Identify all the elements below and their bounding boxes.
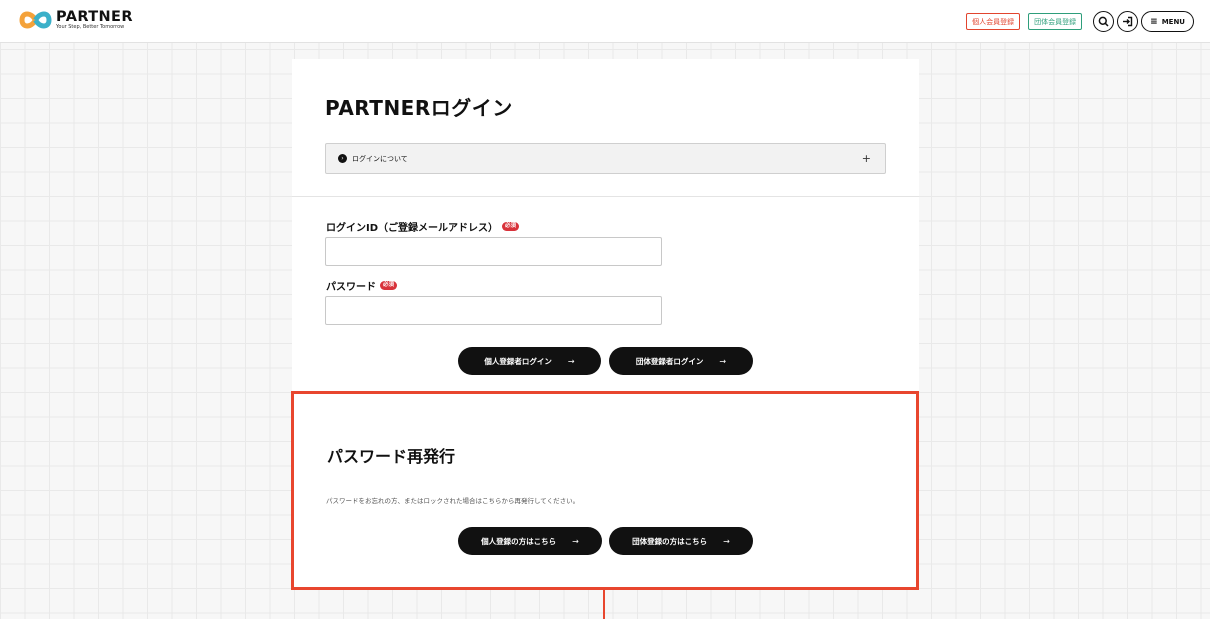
required-badge: 必須 (380, 281, 398, 290)
menu-label: MENU (1161, 17, 1185, 26)
hamburger-icon: ≡ (1150, 16, 1158, 27)
group-reset-label: 団体登録の方はこちら (632, 536, 708, 546)
register-personal-button[interactable]: 個人会員登録 (966, 13, 1021, 30)
login-card: PARTNERログイン › ログインについて + (292, 59, 919, 196)
arrow-right-icon: → (567, 356, 575, 366)
login-about-accordion[interactable]: › ログインについて + (325, 143, 886, 174)
partner-logo[interactable]: PARTNER Your Step, Better Tomorrow (19, 9, 133, 31)
login-id-label-text: ログインID（ご登録メールアドレス） (326, 223, 499, 234)
menu-button[interactable]: ≡ MENU (1141, 11, 1194, 32)
logo-tagline: Your Step, Better Tomorrow (56, 24, 125, 31)
login-icon (1123, 16, 1133, 27)
required-badge: 必須 (502, 222, 520, 231)
info-icon: › (338, 154, 347, 163)
logo-name: PARTNER (56, 8, 133, 25)
password-label-text: パスワード (326, 282, 376, 293)
site-header: PARTNER Your Step, Better Tomorrow 個人会員登… (0, 0, 1210, 43)
group-reset-button[interactable]: 団体登録の方はこちら → (609, 527, 753, 555)
password-label: パスワード 必須 (326, 278, 398, 293)
arrow-right-icon: → (723, 536, 730, 546)
login-id-label: ログインID（ご登録メールアドレス） 必須 (326, 219, 520, 234)
password-reset-section: パスワード再発行 パスワードをお忘れの方、またはロックされた場合はこちらから再発… (292, 392, 919, 588)
group-login-button[interactable]: 団体登録者ログイン → (609, 347, 753, 375)
highlight-connector-line (603, 590, 605, 619)
password-reset-description: パスワードをお忘れの方、またはロックされた場合はこちらから再発行してください。 (326, 497, 580, 505)
login-title: PARTNERログイン (325, 96, 513, 120)
group-login-label: 団体登録者ログイン (635, 356, 704, 366)
personal-login-button[interactable]: 個人登録者ログイン → (458, 347, 601, 375)
plus-icon: + (861, 152, 871, 165)
search-button[interactable] (1093, 11, 1115, 32)
login-button[interactable] (1117, 11, 1139, 32)
login-form: ログインID（ご登録メールアドレス） 必須 パスワード 必須 個人登録者ログイン… (292, 196, 919, 392)
register-group-button[interactable]: 団体会員登録 (1028, 13, 1083, 30)
arrow-right-icon: → (719, 356, 727, 366)
arrow-right-icon: → (572, 536, 579, 546)
password-input[interactable] (325, 296, 662, 325)
personal-reset-label: 個人登録の方はこちら (481, 536, 557, 546)
search-icon (1098, 16, 1109, 27)
partner-logo-icon (19, 11, 52, 29)
password-reset-title: パスワード再発行 (327, 447, 456, 466)
login-id-input[interactable] (325, 237, 662, 266)
login-about-label: ログインについて (352, 154, 408, 163)
personal-reset-button[interactable]: 個人登録の方はこちら → (458, 527, 602, 555)
personal-login-label: 個人登録者ログイン (484, 356, 552, 366)
